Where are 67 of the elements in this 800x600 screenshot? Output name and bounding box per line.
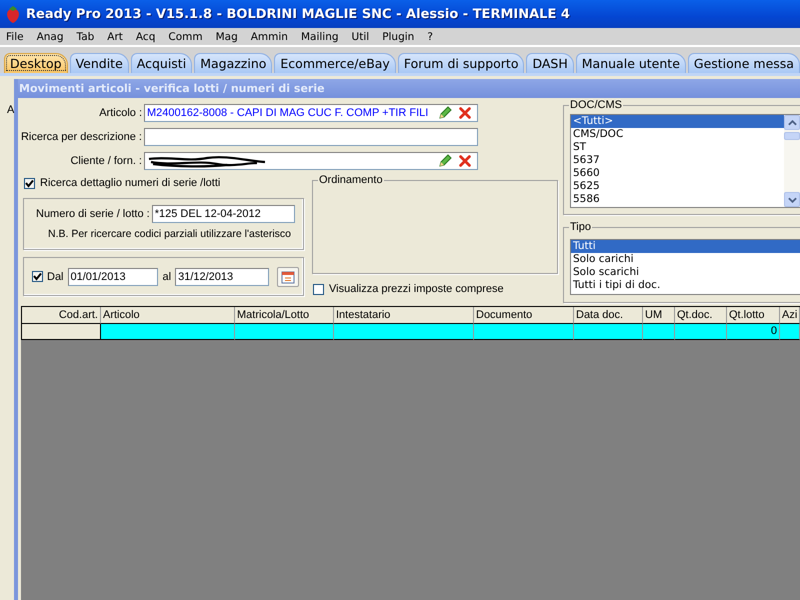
menu-item[interactable]: Art	[103, 30, 127, 42]
field-label: Ricerca per descrizione :	[20, 131, 142, 143]
tab[interactable]: Forum di supporto	[398, 53, 524, 73]
checkbox-label: Visualizza prezzi imposte comprese	[329, 283, 504, 295]
calendar-icon[interactable]	[277, 266, 300, 286]
label-text: A	[7, 104, 14, 116]
date-field[interactable]: 31/12/2013	[175, 268, 270, 286]
list-item[interactable]: Tutti i tipi di doc.	[571, 279, 800, 292]
close-icon[interactable]	[458, 154, 472, 168]
checkbox[interactable]	[24, 178, 35, 188]
field-label: Articolo :	[98, 107, 142, 119]
checkbox-label: Dal	[47, 270, 64, 282]
field-label: Cliente / forn. :	[69, 155, 142, 167]
tab[interactable]: Gestione messa	[688, 53, 800, 73]
field-label: Numero di serie / lotto :	[36, 208, 150, 220]
tab[interactable]: Manuale utente	[576, 53, 686, 73]
field-label: al	[162, 270, 172, 282]
menu-item[interactable]: Mag	[212, 30, 242, 42]
scroll-up-icon[interactable]	[784, 115, 800, 130]
menu-item[interactable]: Mailing	[296, 30, 343, 42]
input-field[interactable]: *125 DEL 12-04-2012	[152, 205, 295, 223]
list-item[interactable]: ST	[571, 141, 784, 154]
menu-item[interactable]: Plugin	[378, 30, 418, 42]
menu-item[interactable]: Tab	[72, 30, 98, 42]
group-title: DOC/CMS	[569, 99, 623, 111]
input-field[interactable]	[144, 128, 478, 146]
date-field[interactable]: 01/01/2013	[68, 268, 158, 286]
list-item[interactable]: CMS/DOC	[571, 128, 784, 141]
list-item[interactable]: 5625	[571, 180, 784, 193]
scrollbar[interactable]	[784, 115, 800, 207]
menu-item[interactable]: Acq	[132, 30, 160, 42]
tab[interactable]: Vendite	[70, 53, 129, 73]
checkbox-label: Ricerca dettaglio numeri di serie /lotti	[40, 177, 220, 189]
menu-item[interactable]: Comm	[164, 30, 207, 42]
menu-item[interactable]: Ammin	[246, 30, 292, 42]
checkbox[interactable]	[313, 284, 324, 294]
pencil-icon[interactable]	[437, 105, 453, 121]
scrollbar-thumb[interactable]	[784, 132, 800, 140]
pencil-icon[interactable]	[437, 153, 453, 169]
tab[interactable]: Ecommerce/eBay	[274, 53, 396, 73]
strawberry-icon	[5, 5, 21, 23]
list-item[interactable]: Tutti	[571, 240, 800, 253]
window-title: Ready Pro 2013 - V15.1.8 - BOLDRINI MAGLIE SNC - Alessio - TERMINALE 4	[26, 6, 570, 22]
list-item[interactable]: 5586	[571, 193, 784, 206]
list-item[interactable]: 5660	[571, 167, 784, 180]
list-item[interactable]: <Tutti>	[571, 115, 784, 128]
tab[interactable]: Desktop	[4, 53, 68, 73]
group-title: Tipo	[569, 221, 592, 233]
menu-item[interactable]: File	[2, 30, 28, 42]
tab[interactable]: DASH	[526, 53, 574, 73]
menu-item[interactable]: Anag	[32, 30, 68, 42]
menu-item[interactable]: Util	[348, 30, 374, 42]
close-icon[interactable]	[458, 106, 472, 120]
dialog-title: Movimenti articoli - verifica lotti / numeri di serie	[19, 82, 325, 95]
group-title: Ordinamento	[318, 174, 384, 186]
list-item[interactable]: Solo carichi	[571, 253, 800, 266]
input-field[interactable]	[144, 152, 478, 170]
menu-item[interactable]: ?	[423, 30, 437, 42]
checkbox[interactable]	[32, 271, 43, 282]
tab[interactable]: Acquisti	[130, 53, 192, 73]
note-text: N.B. Per ricercare codici parziali utilizzare l'asterisco	[48, 228, 291, 240]
table-row[interactable]: 0	[21, 324, 800, 340]
scroll-down-icon[interactable]	[784, 192, 800, 207]
input-field[interactable]: M2400162-8008 - CAPI DI MAG CUC F. COMP +TIR FILI	[144, 104, 478, 122]
tab[interactable]: Magazzino	[194, 53, 272, 73]
list-item[interactable]: Solo scarichi	[571, 266, 800, 279]
list-item[interactable]: 5637	[571, 154, 784, 167]
